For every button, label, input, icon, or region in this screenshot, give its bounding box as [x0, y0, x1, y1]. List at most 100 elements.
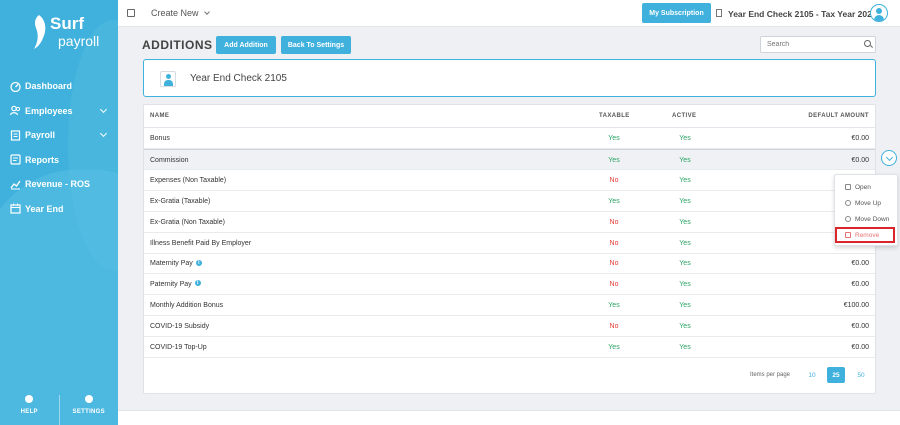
- settings-label: SETTINGS: [72, 409, 105, 415]
- folder-icon: [845, 184, 851, 190]
- sidebar-footer: HELP SETTINGS: [0, 395, 118, 425]
- table-row[interactable]: Paternity Pay i No Yes €0.00: [144, 274, 875, 296]
- user-icon: [876, 8, 882, 14]
- row-taxable: Yes: [608, 197, 620, 205]
- create-new-dropdown[interactable]: Create New: [151, 8, 210, 18]
- user-icon-body: [874, 15, 884, 21]
- create-new-label: Create New: [151, 8, 199, 18]
- sidebar-item-reports[interactable]: Reports: [0, 148, 118, 173]
- row-active: Yes: [679, 302, 691, 310]
- arrow-up-icon: [845, 200, 851, 206]
- apps-grid-icon[interactable]: [127, 9, 135, 17]
- info-icon[interactable]: i: [195, 259, 202, 266]
- chevron-down-icon: [99, 129, 108, 138]
- employee-icon: [160, 71, 176, 87]
- row-name: Ex-Gratia (Non Taxable): [150, 218, 225, 226]
- sidebar-item-label: Payroll: [25, 130, 56, 141]
- sidebar-item-label: Dashboard: [25, 81, 73, 92]
- row-taxable: No: [609, 323, 619, 331]
- sidebar-item-revenue-ros[interactable]: Revenue - ROS: [0, 172, 118, 197]
- menu-item-label: Move Down: [855, 215, 890, 223]
- app-logo[interactable]: Surf payroll: [30, 14, 100, 54]
- row-active: Yes: [679, 135, 691, 142]
- settings-button[interactable]: SETTINGS: [58, 395, 119, 425]
- top-bar: Create New My Subscription Year End Chec…: [118, 0, 900, 27]
- sidebar-nav: Dashboard Employees Payroll Reports Reve…: [0, 74, 118, 221]
- row-active: Yes: [679, 156, 691, 164]
- sidebar-item-employees[interactable]: Employees: [0, 99, 118, 124]
- table-row[interactable]: Monthly Addition Bonus Yes Yes €100.00: [144, 295, 875, 317]
- chevron-down-icon: [203, 9, 210, 15]
- row-active: Yes: [679, 239, 691, 247]
- page-size-50[interactable]: 50: [852, 367, 870, 383]
- sidebar-item-year-end[interactable]: Year End: [0, 197, 118, 222]
- search-input[interactable]: [760, 36, 876, 53]
- row-taxable: No: [609, 218, 619, 226]
- brand-subname: payroll: [58, 33, 100, 49]
- info-icon[interactable]: i: [194, 280, 201, 287]
- column-header-taxable[interactable]: TAXABLE: [599, 113, 630, 119]
- table-row[interactable]: COVID-19 Subsidy No Yes €0.00: [144, 316, 875, 338]
- help-icon: [25, 395, 34, 403]
- trash-icon: [845, 232, 851, 238]
- table-row[interactable]: Maternity Pay i No Yes €0.00: [144, 253, 875, 275]
- my-subscription-button[interactable]: My Subscription: [642, 3, 711, 23]
- chevron-down-icon: [99, 105, 108, 113]
- employee-icon-head: [166, 74, 171, 79]
- table-row[interactable]: Expenses (Non Taxable) No Yes: [144, 170, 875, 191]
- employee-card: Year End Check 2105: [143, 59, 876, 97]
- employee-name: Year End Check 2105: [190, 73, 287, 84]
- back-to-settings-button[interactable]: Back To Settings: [281, 36, 351, 54]
- row-name: Maternity Pay i: [150, 259, 202, 267]
- page-size-25[interactable]: 25: [827, 367, 845, 383]
- search-icon[interactable]: [864, 40, 871, 47]
- row-name: Bonus: [150, 135, 170, 142]
- page-footer: [118, 410, 900, 425]
- column-header-default-amount[interactable]: DEFAULT AMOUNT: [808, 113, 869, 119]
- company-selector[interactable]: Year End Check 2105 - Tax Year 2020: [728, 9, 877, 19]
- sidebar-item-payroll[interactable]: Payroll: [0, 123, 118, 148]
- menu-item-label: Open: [855, 183, 871, 191]
- brand-name: Surf: [50, 14, 84, 33]
- row-taxable: No: [609, 260, 619, 268]
- row-active: Yes: [679, 323, 691, 331]
- menu-item-open[interactable]: Open: [835, 179, 899, 195]
- column-header-active[interactable]: ACTIVE: [672, 113, 696, 119]
- row-active: Yes: [679, 197, 691, 205]
- table-row[interactable]: Bonus Yes Yes €0.00: [144, 128, 875, 149]
- sidebar-item-label: Reports: [25, 154, 60, 165]
- sidebar-item-dashboard[interactable]: Dashboard: [0, 74, 118, 99]
- row-actions-menu: Open Move Up Move Down Remove: [834, 174, 898, 246]
- menu-item-move-down[interactable]: Move Down: [835, 211, 899, 227]
- row-taxable: Yes: [608, 135, 620, 142]
- row-taxable: Yes: [608, 156, 620, 164]
- sidebar: Surf payroll Dashboard Employees Payroll: [0, 0, 118, 425]
- row-actions-toggle[interactable]: [881, 150, 897, 166]
- row-name: Paternity Pay i: [150, 280, 201, 288]
- menu-item-label: Remove: [855, 231, 880, 239]
- items-per-page-label: Items per page: [750, 372, 791, 378]
- help-button[interactable]: HELP: [0, 395, 59, 425]
- table-row[interactable]: COVID-19 Top-Up Yes Yes €0.00: [144, 337, 875, 358]
- row-name: Expenses (Non Taxable): [150, 176, 227, 184]
- row-active: Yes: [679, 260, 691, 268]
- table-row[interactable]: Ex-Gratia (Non Taxable) No Yes: [144, 212, 875, 233]
- row-default-amount: €0.00: [851, 156, 869, 164]
- page-title: ADDITIONS: [142, 38, 213, 52]
- column-header-name[interactable]: NAME: [150, 113, 169, 119]
- sidebar-item-label: Year End: [25, 203, 64, 214]
- table-row[interactable]: Commission Yes Yes €0.00: [144, 148, 875, 170]
- avatar[interactable]: [870, 4, 888, 22]
- revenue-icon: [9, 178, 21, 190]
- row-default-amount: €0.00: [851, 135, 869, 142]
- employees-icon: [9, 105, 21, 117]
- table-row[interactable]: Ex-Gratia (Taxable) Yes Yes: [144, 191, 875, 212]
- calendar-icon: [9, 203, 21, 215]
- menu-item-remove[interactable]: Remove: [835, 227, 899, 243]
- payroll-icon: [9, 129, 21, 141]
- table-row[interactable]: Illness Benefit Paid By Employer No Yes: [144, 233, 875, 254]
- page-size-10[interactable]: 10: [803, 367, 821, 383]
- row-default-amount: €100.00: [843, 302, 869, 310]
- add-addition-button[interactable]: Add Addition: [216, 36, 276, 54]
- menu-item-move-up[interactable]: Move Up: [835, 195, 899, 211]
